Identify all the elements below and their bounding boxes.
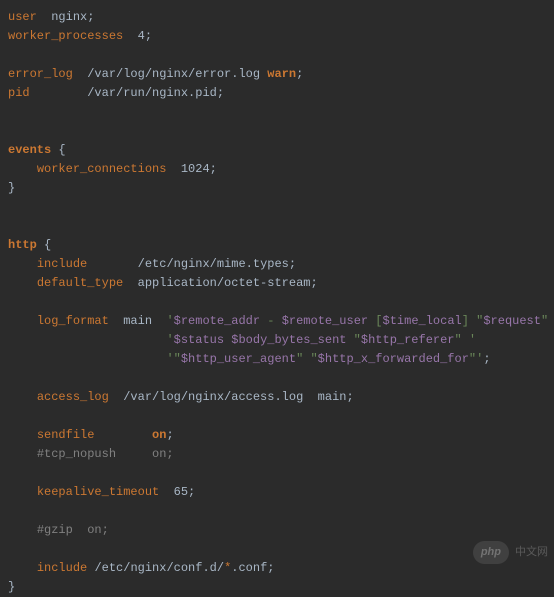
value: 1024 — [181, 162, 210, 176]
watermark-text: 中文网 — [515, 543, 548, 562]
comment: #gzip on; — [37, 523, 109, 537]
config-line-access-log: access_log /var/log/nginx/access.log mai… — [8, 388, 546, 407]
config-line-tcp-nopush: #tcp_nopush on; — [8, 445, 546, 464]
directive: user — [8, 10, 37, 24]
blank-line — [8, 407, 546, 426]
semicolon: ; — [145, 29, 152, 43]
blank-line — [8, 369, 546, 388]
directive: include — [37, 561, 87, 575]
semicolon: ; — [188, 485, 195, 499]
config-line-include-conf: include /etc/nginx/conf.d/*.conf; — [8, 559, 546, 578]
config-line-gzip: #gzip on; — [8, 521, 546, 540]
config-line-log-format-2: '$status $body_bytes_sent "$http_referer… — [8, 331, 546, 350]
config-line-log-format-3: '"$http_user_agent" "$http_x_forwarded_f… — [8, 350, 546, 369]
semicolon: ; — [217, 86, 224, 100]
semicolon: ; — [296, 67, 303, 81]
config-line-log-format-1: log_format main '$remote_addr - $remote_… — [8, 312, 546, 331]
semicolon: ; — [310, 276, 317, 290]
directive: keepalive_timeout — [37, 485, 159, 499]
brace-open: { — [58, 143, 65, 157]
semicolon: ; — [346, 390, 353, 404]
value: application/octet-stream — [138, 276, 311, 290]
string: '"$http_user_agent" "$http_x_forwarded_f… — [166, 352, 483, 366]
brace-close: } — [8, 580, 15, 594]
value: 4 — [138, 29, 145, 43]
path: /var/log/nginx/error.log — [87, 67, 260, 81]
config-line-events-open: events { — [8, 141, 546, 160]
directive: log_format — [37, 314, 109, 328]
config-line-error-log: error_log /var/log/nginx/error.log warn; — [8, 65, 546, 84]
directive: sendfile — [37, 428, 95, 442]
blank-line — [8, 464, 546, 483]
string: '$status $body_bytes_sent "$http_referer… — [166, 333, 476, 347]
blank-line — [8, 46, 546, 65]
blank-line — [8, 198, 546, 217]
blank-line — [8, 217, 546, 236]
string: '$remote_addr - $remote_user [$time_loca… — [166, 314, 554, 328]
config-line-pid: pid /var/run/nginx.pid; — [8, 84, 546, 103]
path: /etc/nginx/mime.types — [138, 257, 289, 271]
block-name: http — [8, 238, 37, 252]
php-logo-icon: php — [473, 541, 509, 564]
config-line-worker-processes: worker_processes 4; — [8, 27, 546, 46]
directive: default_type — [37, 276, 123, 290]
semicolon: ; — [210, 162, 217, 176]
comment: #tcp_nopush on; — [37, 447, 174, 461]
block-name: events — [8, 143, 51, 157]
path: /var/log/nginx/access.log — [123, 390, 303, 404]
value: nginx — [51, 10, 87, 24]
semicolon: ; — [289, 257, 296, 271]
directive: error_log — [8, 67, 73, 81]
config-line-include-mime: include /etc/nginx/mime.types; — [8, 255, 546, 274]
config-line-http-close: } — [8, 578, 546, 597]
semicolon: ; — [267, 561, 274, 575]
config-line-user: user nginx; — [8, 8, 546, 27]
value: 65 — [174, 485, 188, 499]
directive: include — [37, 257, 87, 271]
config-line-http-open: http { — [8, 236, 546, 255]
config-line-worker-connections: worker_connections 1024; — [8, 160, 546, 179]
semicolon: ; — [87, 10, 94, 24]
config-line-events-close: } — [8, 179, 546, 198]
blank-line — [8, 103, 546, 122]
directive: access_log — [37, 390, 109, 404]
format-name: main — [318, 390, 347, 404]
config-line-sendfile: sendfile on; — [8, 426, 546, 445]
value: on — [152, 428, 166, 442]
brace-close: } — [8, 181, 15, 195]
config-line-keepalive: keepalive_timeout 65; — [8, 483, 546, 502]
path: /var/run/nginx.pid — [87, 86, 217, 100]
semicolon: ; — [166, 428, 173, 442]
level: warn — [267, 67, 296, 81]
blank-line — [8, 293, 546, 312]
ext: .conf — [231, 561, 267, 575]
format-name: main — [123, 314, 152, 328]
path: /etc/nginx/conf.d/ — [94, 561, 224, 575]
semicolon: ; — [483, 352, 490, 366]
directive: worker_processes — [8, 29, 123, 43]
blank-line — [8, 122, 546, 141]
directive: worker_connections — [37, 162, 167, 176]
watermark: php 中文网 — [473, 541, 548, 564]
config-line-default-type: default_type application/octet-stream; — [8, 274, 546, 293]
directive: pid — [8, 86, 30, 100]
blank-line — [8, 540, 546, 559]
brace-open: { — [44, 238, 51, 252]
blank-line — [8, 502, 546, 521]
